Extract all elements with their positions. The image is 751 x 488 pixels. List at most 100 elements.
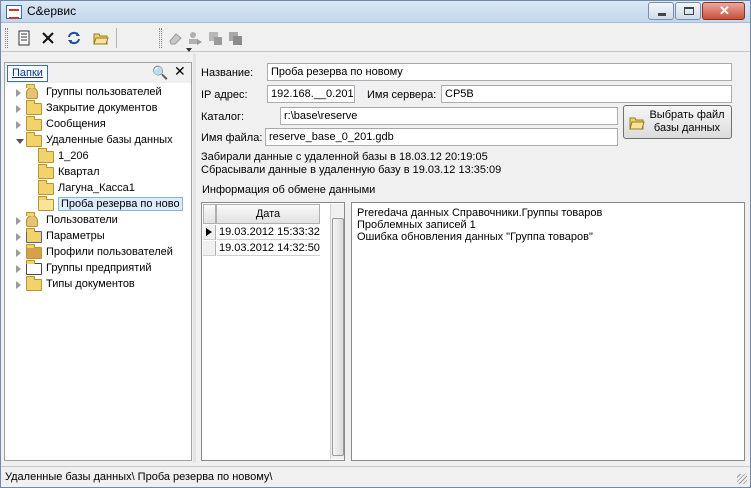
sidebar-item-label: Пользователи bbox=[46, 214, 118, 226]
file-field[interactable]: reserve_base_0_201.gdb bbox=[265, 128, 618, 146]
copy-user-button[interactable] bbox=[185, 28, 205, 48]
folder-tree-pane: Папки 🔍 ✕ Группы пользователей Закрытие д… bbox=[4, 62, 192, 461]
ip-label: IP адрес: bbox=[201, 89, 248, 101]
toolbar-grip-2[interactable] bbox=[159, 28, 162, 48]
sidebar-item-label: Удаленные базы данных bbox=[46, 134, 173, 146]
sidebar-item-label: Квартал bbox=[58, 166, 100, 178]
document-icon bbox=[26, 260, 42, 276]
sidebar-item[interactable]: Квартал bbox=[28, 164, 191, 181]
table-row[interactable]: 19.03.2012 15:33:32 bbox=[203, 225, 320, 240]
minimize-icon bbox=[658, 13, 666, 16]
name-label: Название: bbox=[201, 67, 254, 79]
maximize-icon bbox=[684, 7, 694, 15]
date-cell[interactable]: 19.03.2012 14:32:50 bbox=[217, 241, 320, 256]
detail-line: Ошибка обновления данных "Группа товаров… bbox=[357, 231, 593, 243]
expand-icon[interactable] bbox=[16, 121, 21, 129]
expand-icon[interactable] bbox=[16, 89, 21, 97]
resize-grip-icon[interactable] bbox=[737, 474, 747, 484]
toolbar-overflow-icon[interactable] bbox=[186, 48, 192, 52]
close-pane-icon[interactable]: ✕ bbox=[174, 63, 186, 80]
minimize-button[interactable] bbox=[648, 2, 674, 20]
server-field[interactable]: CP5B bbox=[441, 85, 732, 103]
expand-icon[interactable] bbox=[16, 105, 21, 113]
folder-icon bbox=[38, 148, 54, 164]
expand-icon[interactable] bbox=[16, 281, 21, 289]
user-icon bbox=[26, 212, 42, 228]
sidebar-item-label: Сообщения bbox=[46, 118, 106, 130]
open-folder-icon bbox=[629, 116, 645, 133]
sidebar-item[interactable]: Закрытие документов bbox=[16, 100, 191, 117]
catalog-label: Каталог: bbox=[201, 111, 245, 123]
sidebar-item[interactable]: Сообщения bbox=[16, 116, 191, 133]
select-database-button[interactable]: Выбрать файл базы данных bbox=[623, 105, 732, 139]
folder-icon bbox=[26, 276, 42, 292]
status-path: Удаленные базы данных\ Проба резерва по … bbox=[5, 471, 273, 483]
document-button[interactable] bbox=[14, 28, 34, 48]
toolbar-grip[interactable] bbox=[5, 28, 8, 48]
close-button[interactable]: ✕ bbox=[702, 2, 745, 20]
expand-icon[interactable] bbox=[16, 249, 21, 257]
exchange-date-grid[interactable]: Дата 19.03.2012 15:33:32 19.03.2012 14:3… bbox=[201, 202, 345, 461]
status-bar: Удаленные базы данных\ Проба резерва по … bbox=[1, 466, 750, 487]
name-field[interactable]: Проба резерва по новому bbox=[267, 63, 732, 81]
window-title: С&ервис bbox=[27, 4, 77, 18]
toolbar bbox=[1, 24, 750, 52]
eraser-button[interactable] bbox=[166, 28, 186, 48]
date-column-header[interactable]: Дата bbox=[216, 204, 320, 224]
folder-icon bbox=[26, 116, 42, 132]
settings-icon bbox=[26, 228, 42, 244]
collapse-icon[interactable] bbox=[16, 139, 24, 144]
row-indicator bbox=[203, 241, 216, 256]
duplicate-icon bbox=[229, 32, 242, 45]
detail-line: Рreredача данных Справочники.Группы това… bbox=[357, 207, 603, 219]
sidebar-item[interactable]: Профили пользователей bbox=[16, 244, 191, 261]
sidebar-item[interactable]: Проба резерва по ново bbox=[28, 196, 191, 213]
sidebar-item[interactable]: Удаленные базы данных bbox=[16, 132, 191, 149]
sidebar-item-label: Группы пользователей bbox=[46, 86, 162, 98]
open-folder-icon bbox=[93, 33, 109, 45]
date-cell[interactable]: 19.03.2012 15:33:32 bbox=[217, 225, 320, 240]
maximize-button[interactable] bbox=[675, 2, 701, 20]
app-icon bbox=[6, 5, 22, 19]
duplicate-button[interactable] bbox=[225, 28, 245, 48]
current-row-indicator-icon bbox=[203, 225, 216, 240]
server-label: Имя сервера: bbox=[367, 89, 437, 101]
sidebar-item[interactable]: 1_206 bbox=[28, 148, 191, 165]
grid-scrollbar[interactable] bbox=[330, 204, 344, 459]
sidebar-item-label: Группы предприятий bbox=[46, 262, 152, 274]
details-pane: Название: Проба резерва по новому IP адр… bbox=[196, 61, 748, 463]
users-icon bbox=[26, 84, 42, 100]
expand-icon[interactable] bbox=[16, 265, 21, 273]
ip-field[interactable]: 192.168.__0.201 bbox=[267, 85, 355, 103]
delete-record-icon bbox=[209, 32, 222, 45]
sidebar-item-label: Типы документов bbox=[46, 278, 135, 290]
folder-icon bbox=[38, 164, 54, 180]
sidebar-item[interactable]: Лагуна_Касса1 bbox=[28, 180, 191, 197]
folder-icon bbox=[38, 180, 54, 196]
title-bar: С&ервис ✕ bbox=[1, 1, 750, 23]
sidebar-item-label: 1_206 bbox=[58, 150, 89, 162]
folder-pane-header: Папки 🔍 ✕ bbox=[5, 63, 191, 83]
expand-icon[interactable] bbox=[16, 217, 21, 225]
binoculars-icon[interactable]: 🔍 bbox=[152, 65, 168, 81]
detail-line: Проблемных записей 1 bbox=[357, 219, 476, 231]
table-row[interactable]: 19.03.2012 14:32:50 bbox=[203, 241, 320, 256]
exchange-detail-panel[interactable]: Рreredача данных Справочники.Группы това… bbox=[351, 202, 745, 461]
file-label: Имя файла: bbox=[201, 132, 263, 144]
refresh-button[interactable] bbox=[64, 28, 84, 48]
open-folder-icon bbox=[38, 196, 54, 212]
delete-button[interactable] bbox=[38, 28, 58, 48]
sidebar-item[interactable]: Группы пользователей bbox=[16, 84, 191, 101]
expand-icon[interactable] bbox=[16, 233, 21, 241]
sidebar-item[interactable]: Типы документов bbox=[16, 276, 191, 293]
folders-tab[interactable]: Папки bbox=[7, 65, 48, 82]
sidebar-item[interactable]: Группы предприятий bbox=[16, 260, 191, 277]
sidebar-item-label: Закрытие документов bbox=[46, 102, 158, 114]
sidebar-item[interactable]: Пользователи bbox=[16, 212, 191, 229]
sidebar-item-label: Проба резерва по ново bbox=[58, 197, 183, 211]
delete-record-button[interactable] bbox=[205, 28, 225, 48]
sidebar-item[interactable]: Параметры bbox=[16, 228, 191, 245]
grid-scrollbar-thumb[interactable] bbox=[332, 218, 344, 456]
catalog-field[interactable]: r:\base\reserve bbox=[280, 107, 618, 125]
open-folder-button[interactable] bbox=[91, 28, 111, 48]
